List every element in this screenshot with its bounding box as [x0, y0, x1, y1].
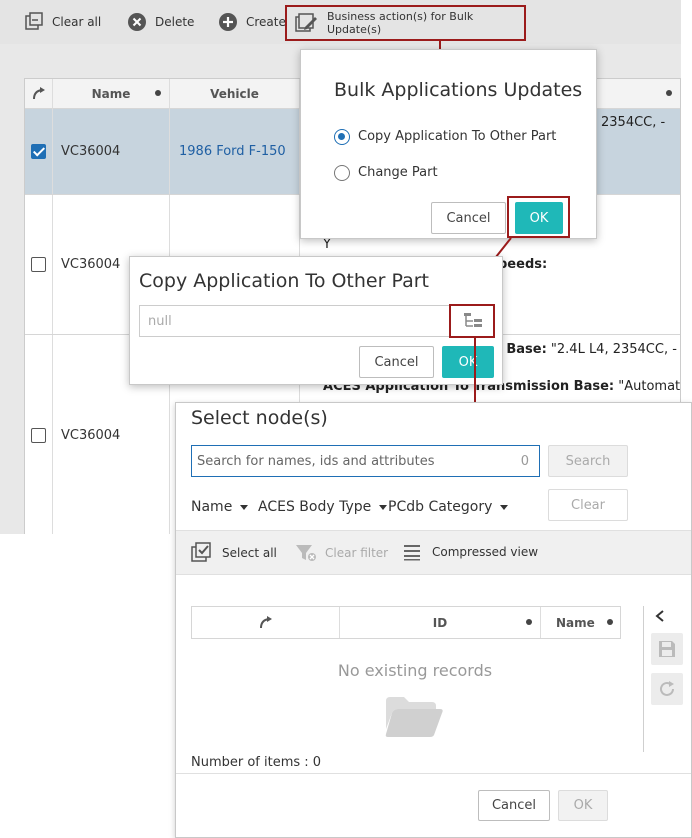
- attribute-fragment: 2354CC, -: [601, 115, 666, 130]
- name-column-header[interactable]: Name: [541, 607, 621, 638]
- tree-picker-icon: [464, 313, 482, 327]
- pcdb-category-filter-dropdown[interactable]: PCdb Category: [388, 499, 509, 515]
- save-button[interactable]: [651, 633, 683, 665]
- change-part-label[interactable]: Change Part: [358, 165, 438, 180]
- edit-list-icon: [295, 13, 319, 33]
- collapse-panel-button[interactable]: [654, 608, 666, 627]
- create-button[interactable]: Create: [218, 11, 286, 33]
- create-label: Create: [246, 15, 286, 29]
- bulk-update-button[interactable]: Business action(s) for Bulk Update(s): [285, 5, 526, 41]
- caret-down-icon: [379, 504, 388, 510]
- compressed-view-button[interactable]: Compressed view: [403, 543, 538, 561]
- vehicle-header-label: Vehicle: [210, 86, 259, 101]
- clear-all-button[interactable]: Clear all: [24, 11, 101, 33]
- row-checkbox[interactable]: [31, 427, 46, 443]
- select-all-label: Select all: [222, 546, 277, 560]
- vehicle-column-header[interactable]: Vehicle: [170, 79, 300, 109]
- delete-label: Delete: [155, 15, 195, 29]
- clear-all-icon: [24, 12, 44, 32]
- attribute-value: "2.4L L4, 2354CC, -: [546, 342, 677, 357]
- link-icon: [32, 86, 45, 99]
- cancel-button[interactable]: Cancel: [478, 790, 550, 821]
- results-table-header: ID Name: [191, 606, 621, 639]
- dialog-title: Copy Application To Other Part: [139, 270, 429, 292]
- footer-divider: [176, 773, 691, 774]
- row-name: VC36004: [53, 109, 170, 194]
- empty-folder-icon: [385, 697, 443, 737]
- clear-filter-button[interactable]: Clear filter: [295, 543, 388, 563]
- chevron-left-icon: [655, 610, 664, 622]
- bulk-update-label: Business action(s) for Bulk Update(s): [327, 10, 474, 36]
- clear-filter-label: Clear filter: [325, 546, 389, 560]
- filter-label: PCdb Category: [388, 499, 493, 515]
- attribute-fragment: Y: [323, 237, 331, 252]
- cancel-button[interactable]: Cancel: [359, 346, 434, 378]
- target-part-field[interactable]: null: [139, 305, 493, 337]
- compressed-view-icon: [404, 545, 420, 561]
- empty-state-text: No existing records: [337, 661, 493, 680]
- side-divider: [643, 606, 644, 752]
- column-menu-icon[interactable]: [526, 619, 532, 625]
- create-icon: [218, 12, 238, 32]
- clear-button[interactable]: Clear: [548, 489, 628, 521]
- copy-option-label[interactable]: Copy Application To Other Part: [358, 129, 556, 144]
- caret-down-icon: [500, 504, 509, 510]
- column-menu-icon[interactable]: [666, 90, 672, 96]
- ok-button[interactable]: OK: [442, 346, 494, 378]
- row-checkbox[interactable]: [31, 257, 46, 272]
- copy-option-radio[interactable]: [334, 129, 350, 145]
- id-column-header[interactable]: ID: [340, 607, 541, 638]
- cancel-button[interactable]: Cancel: [431, 202, 506, 234]
- tree-picker-button[interactable]: [449, 304, 495, 338]
- filter-label: Name: [191, 499, 233, 515]
- name-filter-dropdown[interactable]: Name: [191, 499, 249, 515]
- delete-button[interactable]: Delete: [127, 11, 194, 33]
- column-menu-icon[interactable]: [607, 619, 613, 625]
- refresh-icon: [660, 681, 674, 696]
- link-icon: [259, 615, 272, 628]
- delete-icon: [127, 12, 147, 32]
- body-type-filter-dropdown[interactable]: ACES Body Type: [258, 499, 388, 515]
- toolbar: Clear all Delete Create Business action(…: [0, 0, 681, 44]
- filter-label: ACES Body Type: [258, 499, 372, 515]
- change-part-radio[interactable]: [334, 165, 350, 181]
- action-bar: Select all Clear filter Compressed view: [176, 530, 691, 575]
- select-all-icon: [191, 542, 211, 562]
- row-vehicle-link[interactable]: 1986 Ford F-150: [170, 109, 300, 194]
- item-count-text: Number of items : 0: [191, 755, 322, 770]
- name-header-label: Name: [91, 86, 131, 101]
- select-all-button[interactable]: Select all: [191, 542, 277, 564]
- callout-arrow: [474, 338, 476, 412]
- attribute-fragment: e Base: "2.4L L4, 2354CC, -: [493, 342, 677, 357]
- name-column-header[interactable]: Name: [53, 79, 170, 109]
- row-checkbox[interactable]: [31, 144, 46, 159]
- search-placeholder: Search for names, ids and attributes: [197, 454, 435, 469]
- caret-down-icon: [240, 504, 249, 510]
- select-nodes-dialog: Select node(s) Search for names, ids and…: [175, 402, 692, 838]
- ok-button[interactable]: OK: [558, 790, 608, 821]
- search-button[interactable]: Search: [548, 445, 628, 477]
- clear-all-label: Clear all: [52, 15, 102, 29]
- dialog-title: Select node(s): [191, 407, 328, 429]
- search-char-count: 0: [520, 454, 529, 469]
- search-input[interactable]: Search for names, ids and attributes 0: [191, 445, 540, 477]
- id-header-label: ID: [432, 615, 448, 630]
- target-part-value: null: [148, 314, 172, 329]
- copy-application-dialog: Copy Application To Other Part null Canc…: [129, 256, 503, 385]
- attribute-value: "Automatic, 5: [618, 379, 681, 394]
- dialog-title: Bulk Applications Updates: [334, 79, 583, 101]
- save-icon: [659, 641, 675, 657]
- refresh-button[interactable]: [651, 673, 683, 705]
- column-menu-icon[interactable]: [155, 90, 161, 96]
- link-column-header[interactable]: [192, 607, 340, 638]
- name-header-label: Name: [556, 615, 595, 630]
- compressed-view-label: Compressed view: [432, 545, 539, 559]
- link-column-header[interactable]: [25, 79, 53, 109]
- clear-filter-icon: [296, 545, 316, 561]
